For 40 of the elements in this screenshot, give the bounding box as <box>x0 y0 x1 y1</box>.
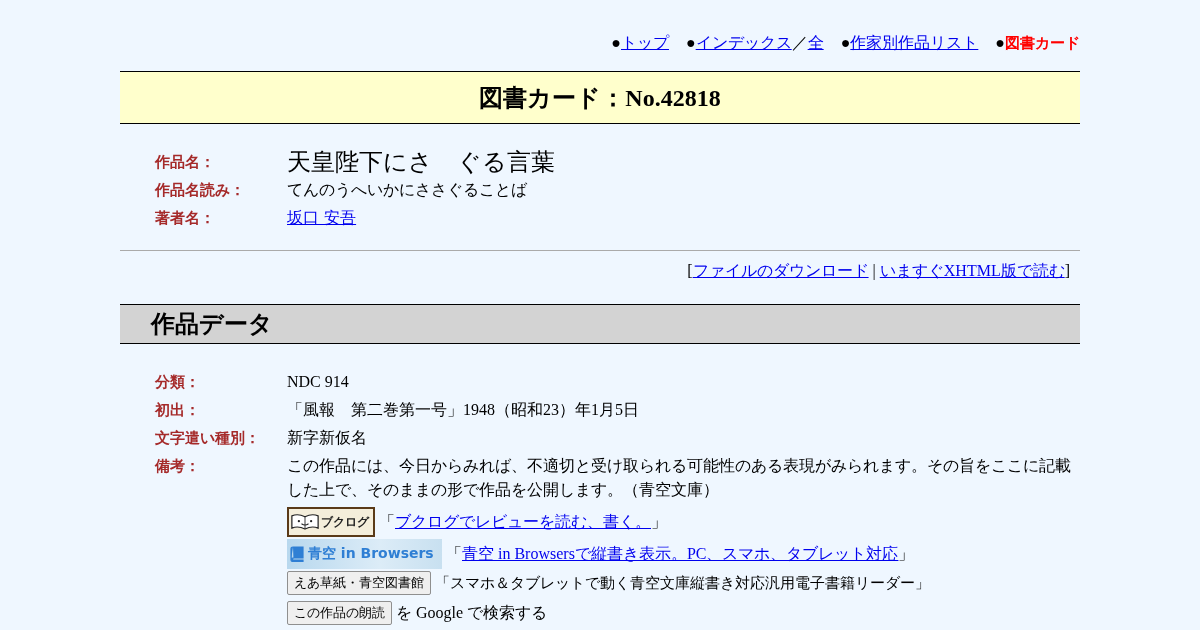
field-label: 文字遣い種別： <box>155 428 261 449</box>
field-value: 「風報 第二巻第一号」1948（昭和23）年1月5日 <box>287 400 640 420</box>
field-label: 作品名読み： <box>155 180 246 201</box>
current-page-label: ●図書カード <box>995 33 1080 54</box>
nav-link[interactable]: 作家別作品リスト <box>850 34 979 51</box>
field-label: 初出： <box>155 400 201 421</box>
reader-app-button[interactable]: えあ草紙・青空図書館 <box>287 571 431 595</box>
nav-link[interactable]: インデックス <box>695 34 792 51</box>
section-heading: 作品データ <box>120 304 1080 344</box>
nav-item: ●インデックス／全 <box>686 33 824 53</box>
nav-item: ●作家別作品リスト <box>840 33 979 53</box>
work-title: 天皇陛下にさ ぐる言葉 <box>287 148 556 176</box>
xhtml-link[interactable]: いますぐXHTML版で読む <box>879 262 1065 279</box>
service-caption: 「青空 in Browsersで縦書き表示。PC、スマホ、タブレット対応」 <box>446 543 915 564</box>
field-label: 備考： <box>155 456 201 477</box>
download-link[interactable]: ファイルのダウンロード <box>692 262 869 279</box>
book-icon <box>290 546 304 562</box>
vertical-reader-link[interactable]: 青空 in Browsersで縦書き表示。PC、スマホ、タブレット対応 <box>462 544 899 562</box>
review-link[interactable]: ブクログでレビューを読む、書く。 <box>395 512 651 530</box>
nav-link[interactable]: トップ <box>621 34 669 51</box>
search-button[interactable]: この作品の朗読 <box>287 601 392 625</box>
card-title: 図書カード：No.42818 <box>120 71 1080 124</box>
banner-text: 青空 in Browsers <box>308 545 434 563</box>
review-banner[interactable]: ブクログ <box>287 507 375 537</box>
field-value: 新字新仮名 <box>287 428 368 448</box>
search-caption: を Google で検索する <box>396 602 548 624</box>
remarks-text: この作品には、今日からみれば、不適切と受け取られる可能性のある表現がみられます。その旨をここに記載した上で、そのままの形で作品を公開します。（青空文庫） <box>287 456 1072 500</box>
field-label: 著者名： <box>155 208 216 229</box>
field-label: 分類： <box>155 372 201 393</box>
field-label: 作品名： <box>155 152 216 173</box>
book-face-icon <box>291 513 319 531</box>
service-caption: 「ブクログでレビューを読む、書く。」 <box>379 511 667 532</box>
title-reading: てんのうへいかにささぐることば <box>287 179 528 201</box>
author-link[interactable]: 坂口 安吾 <box>287 208 357 227</box>
banner-text: ブクログ <box>321 513 369 531</box>
nav-item: ●トップ <box>611 33 669 53</box>
download-links: [ファイルのダウンロード | いますぐXHTML版で読む] <box>687 262 1070 279</box>
nav-link[interactable]: 全 <box>807 34 824 51</box>
field-value: NDC 914 <box>287 372 350 392</box>
service-description: 「スマホ＆タブレットで動く青空文庫縦書き対応汎用電子書籍リーダー」 <box>435 573 930 593</box>
